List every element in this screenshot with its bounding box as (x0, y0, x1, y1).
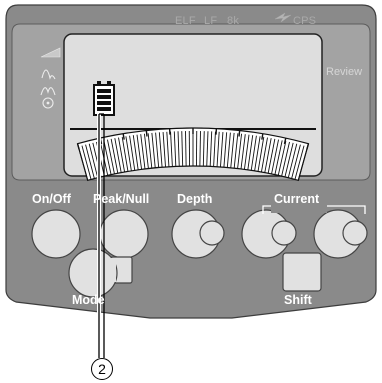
callout-number: 2 (91, 358, 113, 380)
peak-null-button[interactable] (99, 209, 149, 259)
mode-label: Mode (72, 293, 105, 307)
locator-panel-diagram: ELF LF 8k CPS Review On/Off Peak/Null De… (0, 0, 382, 383)
bargraph-tick (122, 133, 125, 140)
bargraph-tick (145, 130, 148, 137)
bargraph-tick (238, 130, 241, 137)
bargraph-segment (199, 131, 201, 167)
current-label: Current (274, 192, 320, 206)
band-label-cps: CPS (293, 15, 317, 27)
bargraph-segment (185, 131, 187, 167)
band-label-elf: ELF (175, 15, 196, 27)
band-label-8k: 8k (227, 15, 240, 27)
depth-label: Depth (177, 192, 213, 206)
shift-button[interactable] (282, 252, 322, 292)
bargraph-tick (261, 133, 264, 140)
battery-icon (93, 81, 115, 116)
review-label: Review (326, 66, 363, 78)
on-off-label: On/Off (32, 192, 71, 206)
shift-label: Shift (284, 293, 312, 307)
band-label-lf: LF (204, 15, 218, 27)
on-off-button[interactable] (31, 209, 81, 259)
peak-null-label: Peak/Null (93, 192, 150, 206)
